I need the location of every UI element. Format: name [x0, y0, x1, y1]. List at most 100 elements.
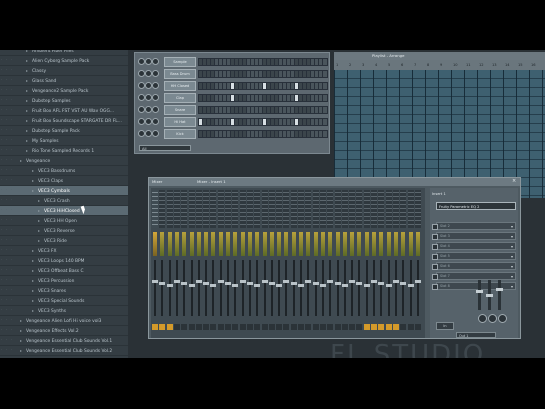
- mixer-insert-strip[interactable]: [217, 188, 224, 338]
- strip-controls[interactable]: [173, 190, 180, 228]
- volume-fader[interactable]: [319, 284, 326, 287]
- mixer-insert-strip[interactable]: [378, 188, 385, 338]
- browser-item[interactable]: · · · ▸ VEC3 Reverse: [0, 226, 128, 236]
- route-button[interactable]: [407, 324, 414, 330]
- volume-fader[interactable]: [232, 284, 239, 287]
- eq-knob-mid[interactable]: [488, 314, 497, 323]
- browser-item[interactable]: · · · ▸ Vengeance2 Sample Pack: [0, 86, 128, 96]
- browser-item[interactable]: · · · ▸ Vengeance Alien Lofi Hi voice vol3: [0, 316, 128, 326]
- browser-item[interactable]: · · · ▸ Dubstep Samples: [0, 96, 128, 106]
- mixer-insert-strip[interactable]: [276, 188, 283, 338]
- mixer-insert-strip[interactable]: [363, 188, 370, 338]
- slot-toggle[interactable]: [432, 234, 438, 240]
- channel-knob[interactable]: [138, 118, 145, 125]
- channel-knob[interactable]: [145, 106, 152, 113]
- mixer-insert-strip[interactable]: [239, 188, 246, 338]
- mixer-insert-strip[interactable]: [290, 188, 297, 338]
- mixer-insert-strip[interactable]: [400, 188, 407, 338]
- volume-fader[interactable]: [173, 280, 180, 283]
- fader-track[interactable]: [227, 260, 229, 316]
- route-button[interactable]: [327, 324, 334, 330]
- volume-fader[interactable]: [246, 282, 253, 285]
- fader-track[interactable]: [212, 260, 215, 316]
- volume-fader[interactable]: [385, 284, 392, 287]
- browser-item[interactable]: · · · ▸ Vengeance Essential Club Sounds Vo…: [0, 336, 128, 346]
- fx-slot[interactable]: Slot 4 ▾: [432, 242, 516, 250]
- route-button[interactable]: [203, 324, 210, 330]
- mixer-insert-strip[interactable]: [261, 188, 268, 338]
- volume-fader[interactable]: [283, 280, 290, 283]
- volume-fader[interactable]: [159, 282, 166, 285]
- strip-controls[interactable]: [239, 190, 246, 228]
- strip-controls[interactable]: [283, 190, 290, 228]
- volume-fader[interactable]: [400, 282, 407, 285]
- channel-name-button[interactable]: Clap: [164, 93, 196, 103]
- slot-toggle[interactable]: [432, 284, 438, 290]
- mixer-insert-strip[interactable]: [254, 188, 261, 338]
- strip-controls[interactable]: [254, 190, 261, 228]
- strip-controls[interactable]: [225, 190, 231, 228]
- fader-track[interactable]: [292, 260, 295, 316]
- fader-track[interactable]: [402, 260, 405, 316]
- slot-toggle[interactable]: [432, 244, 438, 250]
- route-button[interactable]: [181, 324, 188, 330]
- browser-item[interactable]: · · · ▸ VEC3 Special Sounds: [0, 296, 128, 306]
- browser-item[interactable]: · · · ▸ My Samples: [0, 136, 128, 146]
- volume-fader[interactable]: [276, 284, 283, 287]
- volume-fader[interactable]: [349, 280, 356, 283]
- browser-item[interactable]: · · · ▸ VEC3 HH Open: [0, 216, 128, 226]
- mixer-insert-strip[interactable]: [232, 188, 239, 338]
- fader-track[interactable]: [307, 260, 310, 316]
- browser-item[interactable]: · · · ▸ Vengeance Effects Vol.2: [0, 326, 128, 336]
- close-icon[interactable]: ×: [512, 179, 517, 184]
- slot-toggle[interactable]: [432, 264, 438, 270]
- route-button[interactable]: [268, 324, 275, 330]
- browser-item[interactable]: · · · ▸ Fruit Box Soundscape STARGATE DR F…: [0, 116, 128, 126]
- fx-slot[interactable]: Slot 3 ▾: [432, 232, 516, 240]
- route-button[interactable]: [400, 324, 407, 330]
- fader-track[interactable]: [168, 260, 171, 316]
- fader-track[interactable]: [248, 260, 251, 316]
- mixer-insert-strip[interactable]: [203, 188, 210, 338]
- fader-track[interactable]: [219, 260, 222, 316]
- route-button[interactable]: [195, 324, 202, 330]
- fx-output-select[interactable]: Out 1: [456, 332, 496, 338]
- volume-fader[interactable]: [261, 280, 268, 283]
- channel-knob[interactable]: [138, 82, 145, 89]
- fader-track[interactable]: [358, 260, 361, 316]
- mixer-insert-strip[interactable]: [298, 188, 304, 338]
- fader-track[interactable]: [154, 260, 156, 316]
- route-button[interactable]: [276, 324, 283, 330]
- route-button[interactable]: [246, 324, 253, 330]
- volume-fader[interactable]: [371, 280, 377, 283]
- volume-fader[interactable]: [290, 282, 297, 285]
- mixer-insert-strip[interactable]: [173, 188, 180, 338]
- fader-track[interactable]: [329, 260, 332, 316]
- fader-track[interactable]: [183, 260, 186, 316]
- fx-slot[interactable]: Slot 8 ▾: [432, 282, 516, 290]
- step-button[interactable]: [322, 94, 328, 102]
- route-button[interactable]: [414, 324, 421, 330]
- browser-item[interactable]: · · · ▸ Alien Cyborg Sample Pack: [0, 56, 128, 66]
- volume-fader[interactable]: [378, 282, 385, 285]
- route-button[interactable]: [254, 324, 261, 330]
- route-button[interactable]: [261, 324, 268, 330]
- route-button[interactable]: [334, 324, 341, 330]
- mixer-insert-strip[interactable]: [327, 188, 334, 338]
- browser-item[interactable]: · · · ▸ Glass Sand: [0, 76, 128, 86]
- slot-toggle[interactable]: [432, 254, 438, 260]
- channel-knob[interactable]: [152, 82, 159, 89]
- strip-controls[interactable]: [276, 190, 283, 228]
- fader-track[interactable]: [175, 260, 178, 316]
- channel-knob[interactable]: [138, 106, 145, 113]
- volume-fader[interactable]: [298, 284, 304, 287]
- eq-slider-low[interactable]: [476, 280, 483, 310]
- fader-track[interactable]: [234, 260, 237, 316]
- mixer-insert-strip[interactable]: [188, 188, 195, 338]
- volume-fader[interactable]: [356, 282, 363, 285]
- browser-panel[interactable]: · · · ▸ Ambient Fiber Files · · · ▸ Alien Cyb…: [0, 50, 128, 358]
- fader-track[interactable]: [314, 260, 317, 316]
- volume-fader[interactable]: [166, 284, 173, 287]
- slot-toggle[interactable]: [432, 224, 438, 230]
- mixer-insert-strip[interactable]: [283, 188, 290, 338]
